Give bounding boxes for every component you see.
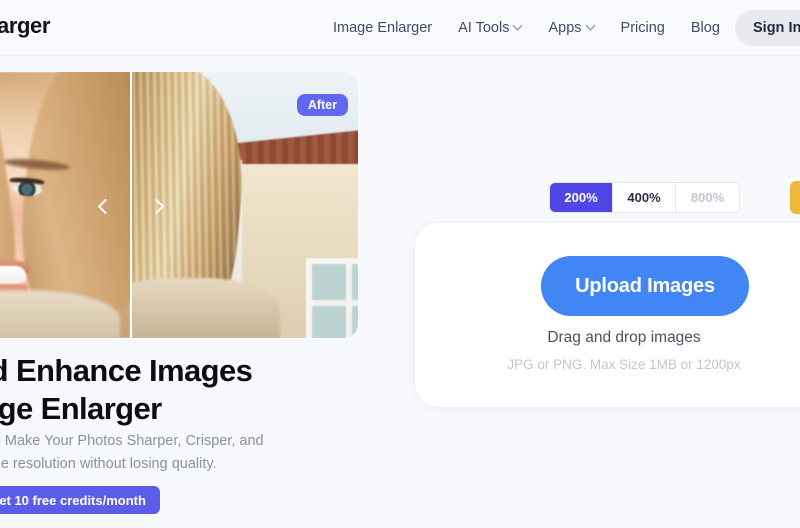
scene-window-pane [312, 306, 346, 338]
scale-option-800[interactable]: 800% [676, 183, 739, 212]
comparison-slider-handle[interactable] [97, 192, 165, 220]
chevron-down-icon [587, 22, 595, 30]
chevron-left-icon[interactable] [97, 198, 114, 214]
free-credits-badge[interactable]: account to get 10 free credits/month [0, 486, 160, 514]
nav-label: AI Tools [458, 20, 510, 36]
nav-item-image-enlarger[interactable]: Image Enlarger [333, 20, 432, 36]
scene-window-pane [352, 306, 358, 338]
main-navigation: Image Enlarger AI Tools Apps Pricing Blo… [333, 0, 720, 56]
scale-selector: 200% 400% 800% [549, 182, 740, 213]
nav-item-ai-tools[interactable]: AI Tools [458, 20, 522, 36]
page-subtitle-line-2: ase image resolution without losing qual… [0, 456, 217, 472]
scene-window-pane [312, 264, 346, 300]
nav-item-pricing[interactable]: Pricing [621, 20, 665, 36]
upload-card[interactable]: Upload Images Drag and drop images JPG o… [414, 222, 800, 408]
nav-item-apps[interactable]: Apps [548, 20, 594, 36]
after-badge: After [296, 94, 348, 116]
scene-coat [130, 278, 280, 338]
drag-and-drop-text: Drag and drop images [547, 329, 701, 346]
supported-formats-text: JPG or PNG. Max Size 1MB or 1200px [507, 357, 741, 372]
page-subtitle-line-1: olution to Make Your Photos Sharper, Cri… [0, 433, 264, 449]
nav-label: Image Enlarger [333, 20, 433, 36]
scale-option-400[interactable]: 400% [613, 183, 676, 212]
site-header: Enlarger Image Enlarger AI Tools Apps Pr… [0, 0, 800, 56]
nav-item-blog[interactable]: Blog [691, 20, 720, 36]
nav-label: Apps [548, 20, 582, 36]
chevron-down-icon [514, 22, 522, 30]
portrait-teeth [0, 266, 26, 286]
site-logo[interactable]: Enlarger [0, 13, 50, 39]
scale-option-200[interactable]: 200% [550, 183, 613, 212]
chevron-right-icon[interactable] [148, 198, 165, 214]
scene-window-pane [352, 264, 358, 300]
nav-label: Blog [690, 20, 720, 36]
nav-label: Pricing [620, 20, 665, 36]
gold-accent-pill[interactable] [790, 181, 800, 214]
upload-images-button[interactable]: Upload Images [541, 256, 749, 316]
sign-in-button[interactable]: Sign In / [735, 10, 800, 46]
page-subtitle: olution to Make Your Photos Sharper, Cri… [0, 430, 412, 476]
page-title-line-1: e and Enhance Images [0, 353, 253, 388]
before-after-comparison-slider[interactable]: After [0, 72, 358, 338]
